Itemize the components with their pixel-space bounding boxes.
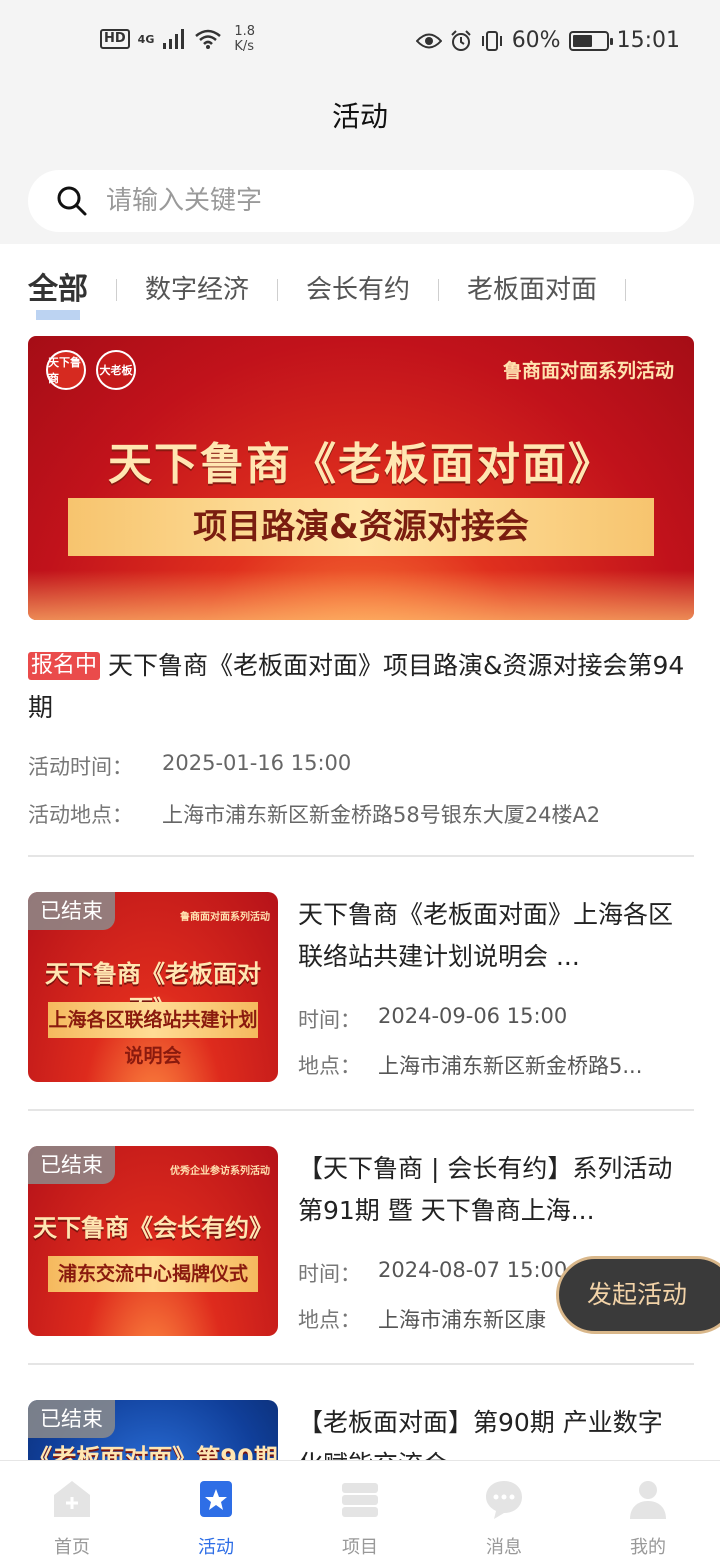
event-thumbnail: 已结束 《老板面对面》第90期 xyxy=(28,1400,278,1460)
network-speed: 1.8 K/s xyxy=(234,24,255,54)
place-value: 上海市浦东新区新金桥路5... xyxy=(378,1054,643,1078)
tab-all[interactable]: 全部 xyxy=(28,266,88,320)
category-tabs: 全部 数字经济 会长有约 老板面对面 xyxy=(28,262,654,320)
nav-label: 首页 xyxy=(54,1537,90,1558)
featured-time-row: 活动时间： 2025-01-16 15:00 xyxy=(28,751,351,781)
status-badge: 已结束 xyxy=(28,892,115,930)
search-box[interactable] xyxy=(28,170,694,232)
tab-president-meeting[interactable]: 会长有约 xyxy=(306,266,410,314)
create-event-button[interactable]: 发起活动 xyxy=(556,1256,720,1334)
status-left: HD 4G 1.8 K/s xyxy=(100,24,255,54)
battery-level-fill xyxy=(572,34,592,47)
divider xyxy=(28,1109,694,1111)
network-type: 4G xyxy=(137,32,155,46)
projects-icon xyxy=(342,1483,378,1517)
event-thumbnail: 已结束 优秀企业参访系列活动 天下鲁商《会长有约》 浦东交流中心揭牌仪式 xyxy=(28,1146,278,1336)
nav-home[interactable]: 首页 xyxy=(0,1461,144,1560)
tab-divider xyxy=(438,279,440,301)
user-icon xyxy=(630,1481,666,1519)
banner-subtitle: 项目路演&资源对接会 xyxy=(68,498,654,556)
time-label: 时间： xyxy=(298,1262,361,1286)
nav-activity[interactable]: 活动 xyxy=(144,1461,288,1560)
nav-label: 活动 xyxy=(198,1537,234,1558)
tab-digital-economy[interactable]: 数字经济 xyxy=(145,266,249,314)
nav-label: 项目 xyxy=(342,1537,378,1558)
time-row: 时间： 2024-09-06 15:00 xyxy=(298,1004,678,1034)
status-badge: 已结束 xyxy=(28,1400,115,1438)
nav-profile[interactable]: 我的 xyxy=(576,1461,720,1560)
hd-indicator: HD xyxy=(100,29,130,49)
event-title: 【老板面对面】第90期 产业数字化赋能交流会 xyxy=(298,1408,663,1460)
time-label: 活动时间： xyxy=(28,755,133,779)
time-value: 2024-09-06 15:00 xyxy=(378,1004,568,1028)
thumbnail-title: 《老板面对面》第90期 xyxy=(28,1444,278,1460)
event-thumbnail: 已结束 鲁商面对面系列活动 天下鲁商《老板面对面》 上海各区联络站共建计划说明会 xyxy=(28,892,278,1082)
battery-percent: 60% xyxy=(511,28,561,53)
battery-icon xyxy=(568,30,613,51)
speed-unit: K/s xyxy=(234,39,255,54)
status-badge: 已结束 xyxy=(28,1146,115,1184)
featured-event[interactable]: 报名中 天下鲁商《老板面对面》项目路演&资源对接会第94期 xyxy=(28,645,694,729)
place-label: 活动地点： xyxy=(28,803,133,827)
search-area xyxy=(0,154,720,244)
title-bar: 活动 xyxy=(0,84,720,154)
place-label: 地点： xyxy=(298,1308,361,1332)
thumbnail-title: 天下鲁商《会长有约》 xyxy=(33,1214,273,1242)
alarm-icon xyxy=(450,29,471,51)
tab-boss-face-to-face[interactable]: 老板面对面 xyxy=(467,266,597,314)
banner-logos: 天下鲁商 大老板 xyxy=(46,350,136,390)
status-right: 60% 15:01 xyxy=(415,28,680,53)
clock: 15:01 xyxy=(616,28,680,53)
banner-series: 鲁商面对面系列活动 xyxy=(502,360,674,382)
thumbnail-subtitle: 上海各区联络站共建计划说明会 xyxy=(48,1002,258,1067)
event-title: 【天下鲁商 | 会长有约】系列活动第91期 暨 天下鲁商上海... xyxy=(298,1154,673,1225)
nav-label: 消息 xyxy=(486,1537,522,1558)
tab-divider xyxy=(116,279,117,301)
time-value: 2025-01-16 15:00 xyxy=(162,751,352,775)
speed-value: 1.8 xyxy=(234,24,256,39)
tab-divider xyxy=(625,279,627,301)
place-row: 地点： 上海市浦东新区新金桥路5... xyxy=(298,1050,678,1080)
vibrate-icon xyxy=(481,30,502,51)
nav-label: 我的 xyxy=(630,1537,666,1558)
time-value: 2024-08-07 15:00 xyxy=(378,1258,568,1282)
list-item[interactable]: 已结束 《老板面对面》第90期 【老板面对面】第90期 产业数字化赋能交流会 xyxy=(28,1400,694,1460)
eye-icon xyxy=(415,33,442,48)
wifi-icon xyxy=(195,29,222,49)
signal-icon xyxy=(163,29,185,49)
place-value: 上海市浦东新区新金桥路58号银东大厦24楼A2 xyxy=(162,803,601,827)
bottom-nav: 首页 活动 项目 消息 我的 xyxy=(0,1460,720,1560)
divider xyxy=(28,855,694,857)
featured-title-line: 报名中 天下鲁商《老板面对面》项目路演&资源对接会第94期 xyxy=(28,645,694,729)
star-calendar-icon xyxy=(200,1481,232,1517)
search-input[interactable] xyxy=(106,186,666,216)
featured-place-row: 活动地点： 上海市浦东新区新金桥路58号银东大厦24楼A2 xyxy=(28,799,600,829)
event-title: 天下鲁商《老板面对面》上海各区联络站共建计划说明会 ... xyxy=(298,900,674,971)
list-item[interactable]: 已结束 鲁商面对面系列活动 天下鲁商《老板面对面》 上海各区联络站共建计划说明会… xyxy=(28,892,694,1082)
thumbnail-series: 优秀企业参访系列活动 xyxy=(170,1166,270,1177)
tab-divider xyxy=(277,279,279,301)
divider xyxy=(28,1363,694,1365)
thumbnail-subtitle: 浦东交流中心揭牌仪式 xyxy=(48,1256,258,1292)
place-value: 上海市浦东新区康 xyxy=(378,1308,546,1332)
status-badge: 报名中 xyxy=(28,652,101,680)
time-label: 时间： xyxy=(298,1008,361,1032)
status-bar: HD 4G 1.8 K/s 60% 15:01 xyxy=(0,0,720,84)
association-logo: 天下鲁商 xyxy=(46,350,86,390)
featured-title: 天下鲁商《老板面对面》项目路演&资源对接会第94期 xyxy=(28,651,685,722)
nav-projects[interactable]: 项目 xyxy=(288,1461,432,1560)
page-title: 活动 xyxy=(331,100,388,133)
banner-main-title: 天下鲁商《老板面对面》 xyxy=(108,439,614,490)
boss-logo: 大老板 xyxy=(96,350,136,390)
chat-bubble-icon xyxy=(486,1481,522,1519)
banner-glow xyxy=(28,570,694,620)
home-icon xyxy=(54,1481,90,1517)
thumbnail-series: 鲁商面对面系列活动 xyxy=(180,912,270,923)
search-icon xyxy=(57,186,87,216)
nav-messages[interactable]: 消息 xyxy=(432,1461,576,1560)
featured-banner[interactable]: 天下鲁商 大老板 鲁商面对面系列活动 天下鲁商《老板面对面》 项目路演&资源对接… xyxy=(28,336,694,620)
place-label: 地点： xyxy=(298,1054,361,1078)
